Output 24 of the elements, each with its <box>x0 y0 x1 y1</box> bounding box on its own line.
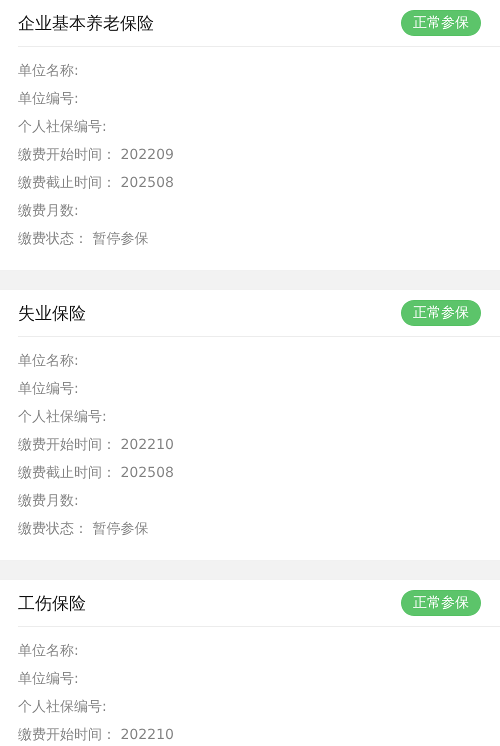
card-title: 企业基本养老保险 <box>18 12 154 34</box>
field-row-text: 个人社保编号: <box>18 408 108 427</box>
status-badge: 正常参保 <box>401 10 481 36</box>
field-row-text: 单位名称: <box>18 352 80 371</box>
field-row-text: 缴费状态： 暂停参保 <box>18 230 150 249</box>
field-row-text: 单位编号: <box>18 670 80 689</box>
field-row-text: 缴费开始时间： 202210 <box>18 726 175 745</box>
field-row-text: 缴费截止时间： 202508 <box>18 174 175 193</box>
field-row-text: 缴费开始时间： 202209 <box>18 146 175 165</box>
status-badge: 正常参保 <box>401 590 481 616</box>
field-row-text: 缴费月数: <box>18 202 80 221</box>
card-title: 失业保险 <box>18 302 86 324</box>
field-row-text: 个人社保编号: <box>18 698 108 717</box>
field-row-text: 缴费开始时间： 202210 <box>18 436 175 455</box>
field-row-text: 单位名称: <box>18 62 80 81</box>
status-badge: 正常参保 <box>401 300 481 326</box>
field-row-text: 缴费月数: <box>18 492 80 511</box>
field-row-text: 缴费状态： 暂停参保 <box>18 520 150 539</box>
field-row-text: 单位名称: <box>18 642 80 661</box>
field-row-text: 单位编号: <box>18 380 80 399</box>
field-row-text: 个人社保编号: <box>18 118 108 137</box>
field-row-text: 单位编号: <box>18 90 80 109</box>
field-row-text: 缴费截止时间： 202508 <box>18 464 175 483</box>
card-title: 工伤保险 <box>18 592 86 614</box>
